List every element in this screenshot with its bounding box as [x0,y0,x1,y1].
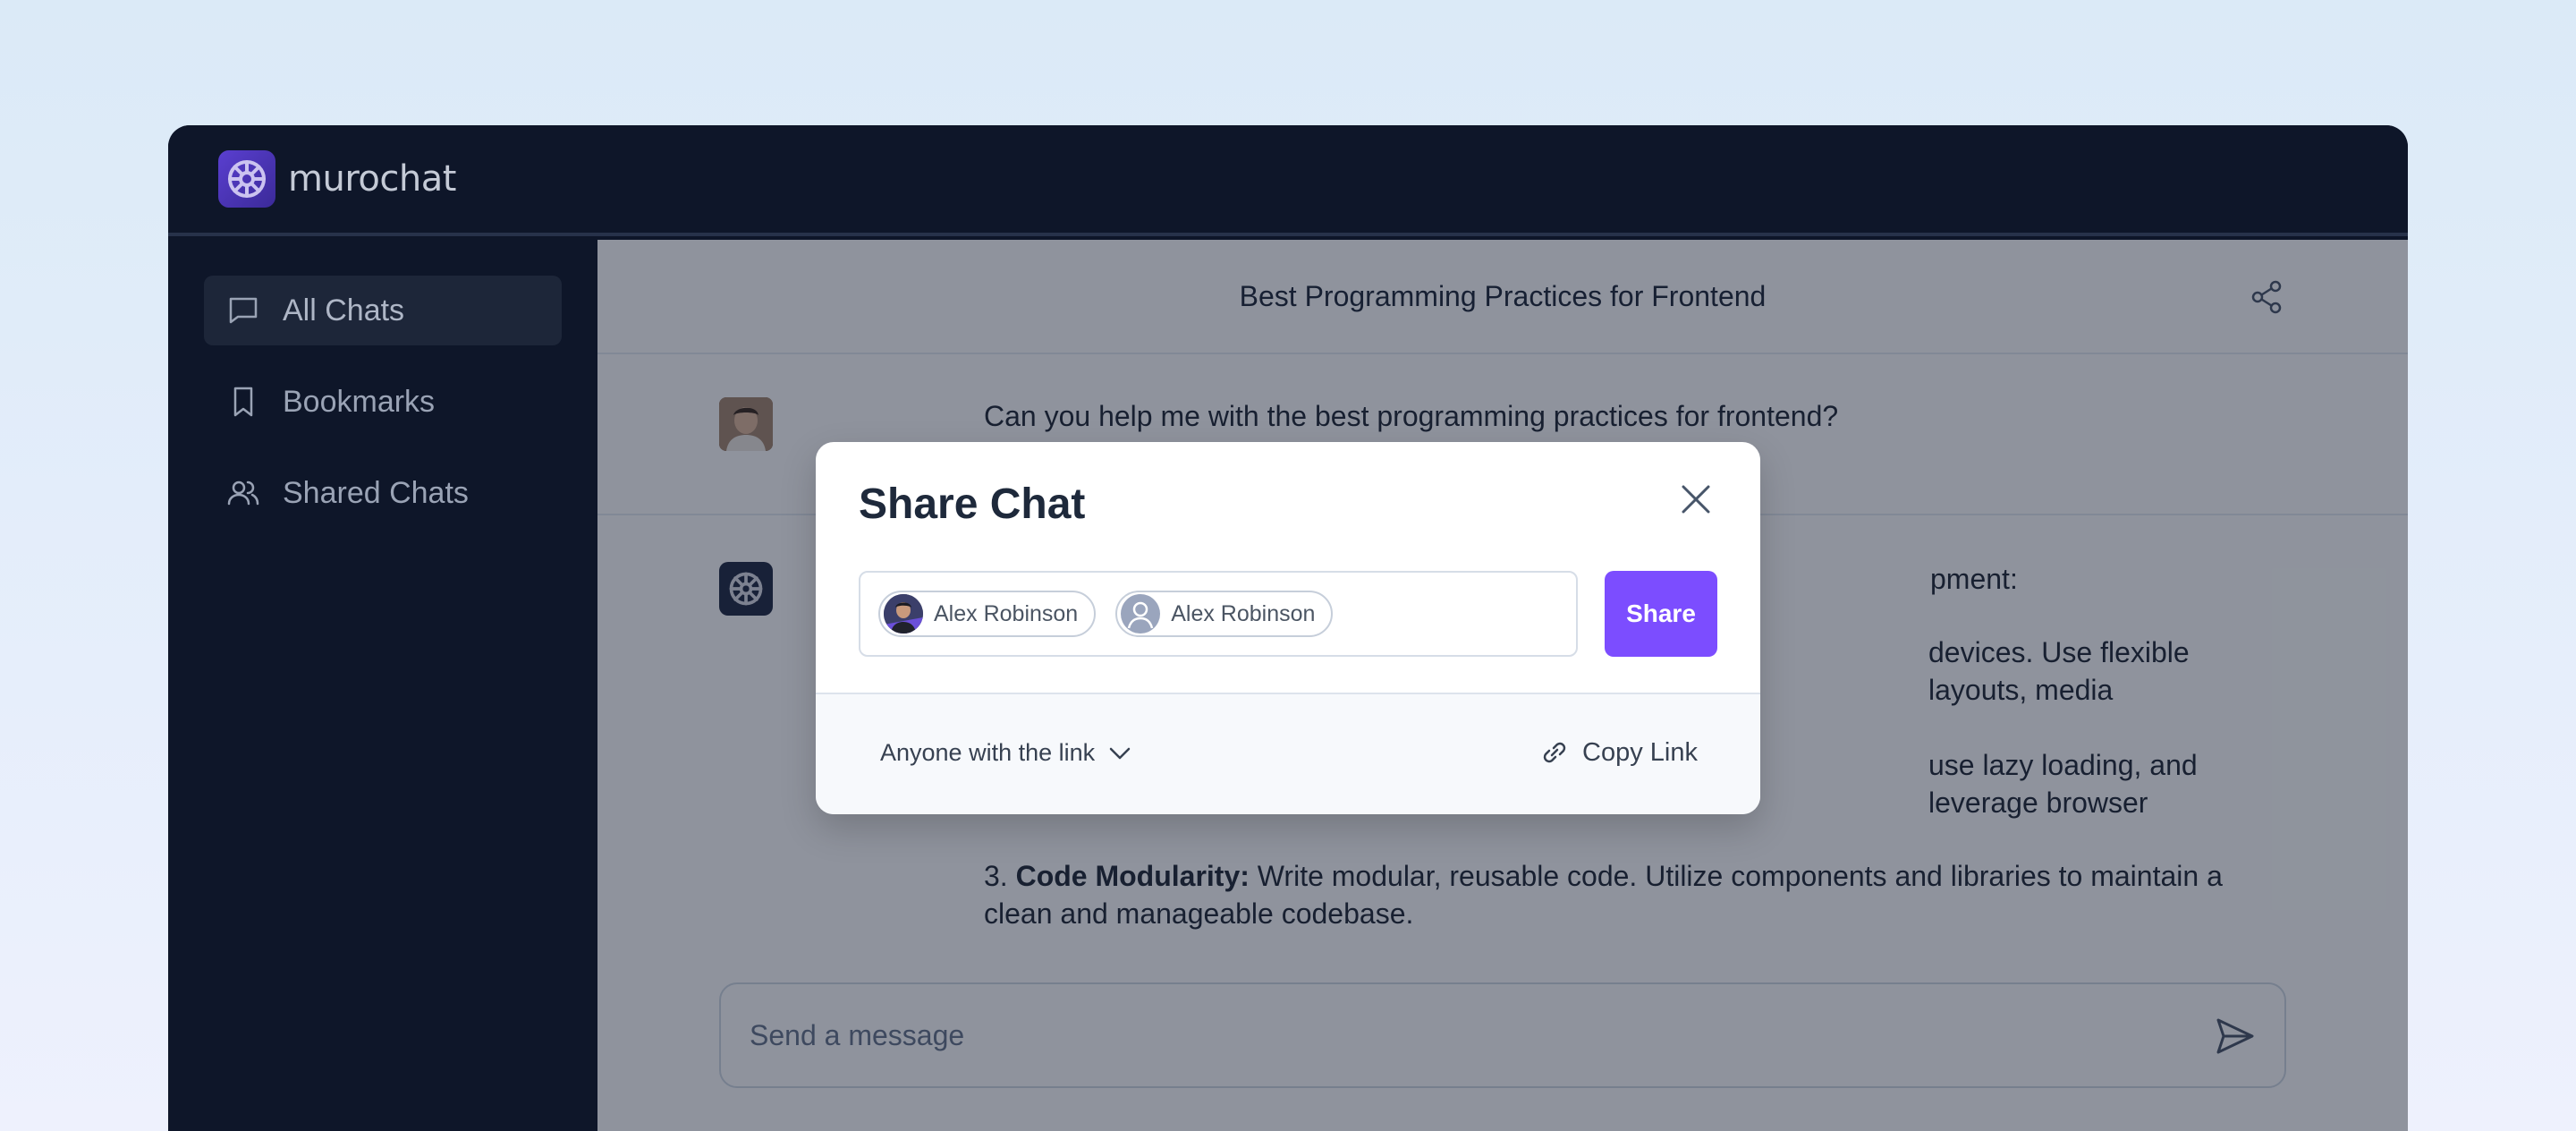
chevron-down-icon [1107,741,1132,766]
permission-label: Anyone with the link [880,739,1096,766]
users-icon [225,475,261,511]
sidebar-item-label: Shared Chats [283,475,469,510]
gear-flower-icon [218,150,275,208]
copy-link-button[interactable]: Copy Link [1539,737,1698,768]
link-icon [1539,737,1570,768]
sidebar-item-label: All Chats [283,293,405,327]
copy-link-label: Copy Link [1582,737,1698,767]
app-name: murochat [288,158,456,200]
share-button[interactable]: Share [1605,571,1717,657]
recipient-name: Alex Robinson [934,600,1079,626]
share-chat-modal: Share Chat Alex Robinson Alex Robinson S… [816,442,1760,814]
close-icon[interactable] [1678,481,1714,517]
link-permission-dropdown[interactable]: Anyone with the link [880,739,1132,767]
chat-bubble-icon [225,293,261,328]
recipient-name: Alex Robinson [1171,600,1316,626]
bookmark-icon [225,384,261,420]
sidebar-item-all-chats[interactable]: All Chats [204,276,562,345]
modal-footer: Anyone with the link Copy Link [816,693,1760,814]
sidebar: All Chats Bookmarks Shared Chats [168,240,597,1131]
top-bar: murochat [168,125,2408,236]
recipient-chip[interactable]: Alex Robinson [878,591,1097,637]
modal-title: Share Chat [859,480,1086,528]
sidebar-item-label: Bookmarks [283,384,436,419]
user-placeholder-icon [1121,594,1161,634]
sidebar-item-shared-chats[interactable]: Shared Chats [204,458,562,528]
recipient-chip[interactable]: Alex Robinson [1115,591,1334,637]
recipients-field[interactable]: Alex Robinson Alex Robinson [859,571,1578,657]
sidebar-item-bookmarks[interactable]: Bookmarks [204,367,562,437]
avatar [884,594,923,634]
